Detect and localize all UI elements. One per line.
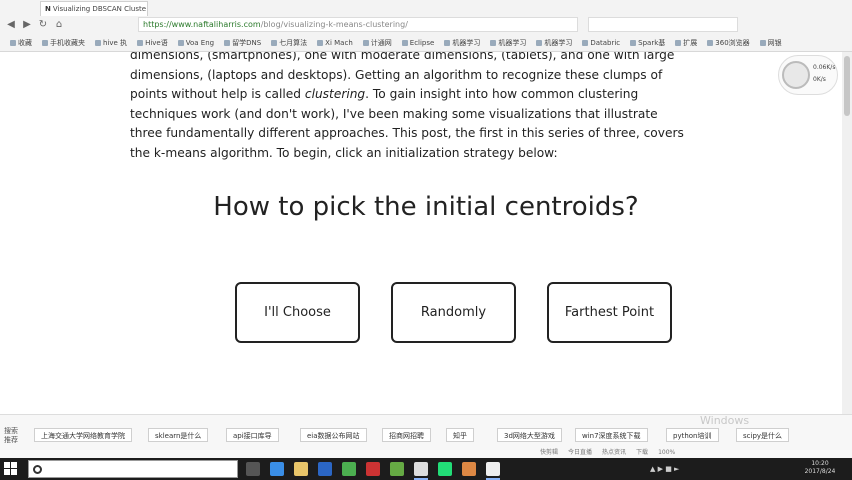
bookmark-item[interactable]: 收藏 [10, 35, 32, 48]
edge-icon[interactable] [270, 462, 284, 476]
url-path: /blog/visualizing-k-means-clustering/ [260, 20, 408, 29]
bookmark-item[interactable]: 360浏览器 [707, 35, 749, 48]
address-row: ◀ ▶ ↻ ⌂ https://www.naftaliharris.com/bl… [0, 16, 852, 34]
speed-circle-icon [782, 61, 810, 89]
system-tray[interactable]: ▲ ▶ ■ ► [650, 465, 679, 473]
windows-start-icon[interactable] [4, 462, 18, 476]
bookmarks-bar: 收藏 手机收藏夹 hive 执 Hive语 Voa Eng 留学DNS 七月算法 Xi Mac… [0, 35, 852, 51]
status-item[interactable]: 热点资讯 [602, 449, 626, 456]
web-page: dimensions, (smartphones), one with mode… [0, 52, 852, 414]
task-view-icon[interactable] [246, 462, 260, 476]
article-line: dimensions, (smartphones), one with mode… [130, 52, 675, 62]
store-icon[interactable] [318, 462, 332, 476]
bookmark-item[interactable]: 机器学习 [536, 35, 572, 48]
bookmark-item[interactable]: 机器学习 [490, 35, 526, 48]
article-text: dimensions, (smartphones), one with mode… [130, 52, 690, 164]
status-item[interactable]: 下载 [636, 449, 648, 456]
recommend-item[interactable]: 上海交通大学网络教育学院 [34, 428, 132, 442]
article-line: techniques work (and don't work), I've b… [130, 106, 658, 121]
recommend-item[interactable]: sklearn是什么 [148, 428, 209, 442]
page-title: How to pick the initial centroids? [213, 192, 639, 222]
recommend-item[interactable]: 知乎 [446, 428, 474, 442]
chrome-icon[interactable] [342, 462, 356, 476]
taskbar: ▲ ▶ ■ ► 10:20 2017/8/24 [0, 458, 852, 480]
app-icon[interactable] [438, 462, 452, 476]
download-speed: 0K/s [813, 76, 826, 83]
bookmark-item[interactable]: Eclipse [402, 36, 435, 47]
tab-title: Visualizing DBSCAN Cluste [52, 5, 147, 13]
bookmark-item[interactable]: 网银 [760, 35, 782, 48]
bookmark-item[interactable]: 手机收藏夹 [42, 35, 85, 48]
bookmark-item[interactable]: Spark基 [630, 35, 665, 48]
recommend-item[interactable]: api接口库导 [226, 428, 279, 442]
farthest-point-button[interactable]: Farthest Point [547, 282, 672, 343]
app-icon[interactable] [486, 462, 500, 480]
clustering-emphasis: clustering [304, 87, 366, 102]
recommend-item[interactable]: scipy是什么 [736, 428, 790, 442]
tab-row: N Visualizing DBSCAN Cluste [0, 0, 852, 16]
search-input[interactable] [588, 17, 738, 32]
upload-speed: 0.06K/s [813, 64, 836, 71]
bookmark-item[interactable]: 留学DNS [224, 35, 261, 48]
address-bar[interactable]: https://www.naftaliharris.com/blog/visua… [138, 17, 578, 32]
bookmark-item[interactable]: 扩展 [675, 35, 697, 48]
browser-chrome: N Visualizing DBSCAN Cluste ◀ ▶ ↻ ⌂ https… [0, 0, 852, 52]
recommend-label: 搜索推荐 [4, 427, 18, 444]
recommend-item[interactable]: python培训 [666, 428, 719, 442]
forward-icon[interactable]: ▶ [20, 18, 34, 32]
bookmark-item[interactable]: 七月算法 [271, 35, 307, 48]
randomly-button[interactable]: Randomly [391, 282, 516, 343]
article-line: dimensions, (laptops and desktops). Gett… [130, 67, 663, 82]
home-icon[interactable]: ⌂ [52, 18, 66, 32]
bookmark-item[interactable]: 机器学习 [444, 35, 480, 48]
article-text-span: . To gain insight into how common cluste… [365, 87, 639, 102]
status-item[interactable]: 今日直播 [568, 449, 592, 456]
app-icon[interactable] [462, 462, 476, 476]
back-icon[interactable]: ◀ [4, 18, 18, 32]
article-line: the k-means algorithm. To begin, click a… [130, 145, 558, 160]
ill-choose-button[interactable]: I'll Choose [235, 282, 360, 343]
windows-watermark: Windows [700, 414, 750, 427]
app-icon[interactable] [366, 462, 380, 476]
cortana-icon [33, 465, 42, 474]
bookmark-item[interactable]: Hive语 [137, 35, 168, 48]
bookmark-item[interactable]: Xi Mach [317, 36, 353, 47]
recommend-item[interactable]: 招商网招聘 [382, 428, 431, 442]
browser-app-icon[interactable] [414, 462, 428, 480]
status-row: 快剪辑 今日直播 热点资讯 下载 100% [540, 447, 685, 456]
clock-time: 10:20 [811, 460, 829, 467]
bookmark-item[interactable]: hive 执 [95, 35, 127, 48]
recommend-item[interactable]: win7深度系统下载 [575, 428, 648, 442]
clock[interactable]: 10:20 2017/8/24 [800, 460, 840, 476]
recommend-item[interactable]: eia数据公布网站 [300, 428, 367, 442]
network-speed-widget[interactable]: 0.06K/s 0K/s [778, 55, 838, 95]
browser-tab[interactable]: N Visualizing DBSCAN Cluste [40, 1, 148, 16]
bookmark-item[interactable]: 计通网 [363, 35, 392, 48]
url-domain: https://www.naftaliharris.com [143, 20, 261, 29]
clock-date: 2017/8/24 [804, 468, 836, 475]
site-logo-icon: N [45, 5, 51, 13]
bookmark-item[interactable]: Databric [582, 36, 620, 47]
recommend-item[interactable]: 3d网络大型游戏 [497, 428, 562, 442]
app-icon[interactable] [390, 462, 404, 476]
bookmark-item[interactable]: Voa Eng [178, 36, 214, 47]
scrollbar-thumb[interactable] [844, 56, 850, 116]
recommend-bar: 搜索推荐 上海交通大学网络教育学院 sklearn是什么 api接口库导 eia数据公… [0, 414, 852, 458]
refresh-icon[interactable]: ↻ [36, 18, 50, 32]
status-item[interactable]: 100% [658, 449, 675, 456]
article-text-span: points without help is called [130, 87, 305, 102]
cortana-search-input[interactable] [28, 460, 238, 478]
article-line: points without help is called clustering… [130, 85, 690, 105]
file-explorer-icon[interactable] [294, 462, 308, 476]
article-line: three fundamentally different approaches… [130, 126, 684, 141]
status-item[interactable]: 快剪辑 [540, 449, 558, 456]
